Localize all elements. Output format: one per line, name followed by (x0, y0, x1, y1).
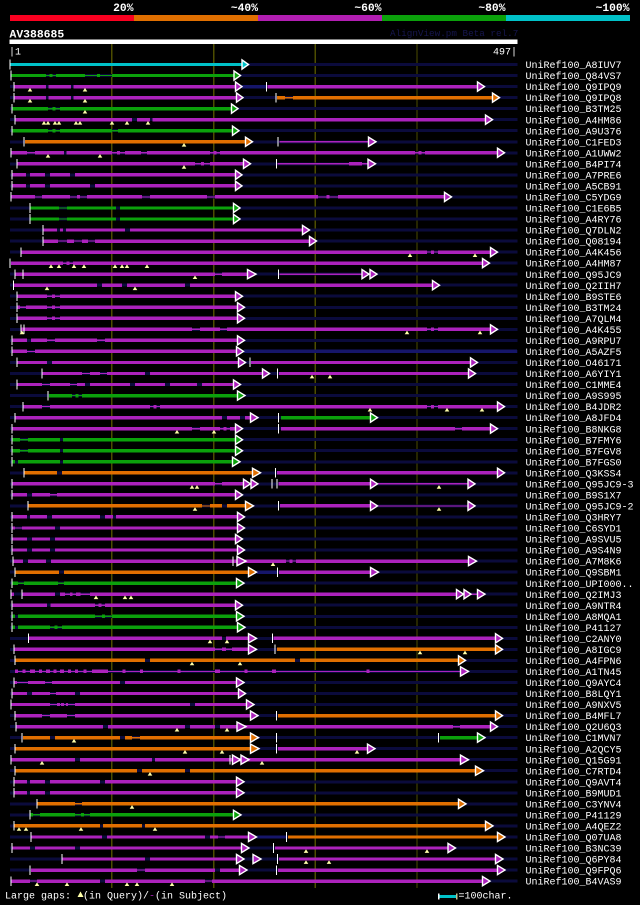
svg-text:UniRef100_A9S995: UniRef100_A9S995 (526, 391, 622, 403)
svg-text:UniRef100_Q95JC9-2: UniRef100_Q95JC9-2 (526, 502, 634, 514)
svg-text:UniRef100_Q3KSS4: UniRef100_Q3KSS4 (526, 468, 622, 480)
svg-text:UniRef100_A6YIY1: UniRef100_A6YIY1 (526, 369, 622, 381)
svg-text:UniRef100_Q95JC9-3: UniRef100_Q95JC9-3 (526, 479, 634, 491)
svg-text:UniRef100_UPI000..: UniRef100_UPI000.. (526, 579, 634, 591)
svg-text:UniRef100_Q08194: UniRef100_Q08194 (526, 237, 622, 249)
svg-text:UniRef100_Q84VS7: UniRef100_Q84VS7 (526, 71, 622, 83)
svg-text:UniRef100_Q07UA8: UniRef100_Q07UA8 (526, 833, 622, 845)
svg-text:UniRef100_Q9IPQ8: UniRef100_Q9IPQ8 (526, 93, 622, 105)
svg-text:UniRef100_A4HM86: UniRef100_A4HM86 (526, 115, 622, 127)
svg-text:UniRef100_B8NKG8: UniRef100_B8NKG8 (526, 424, 622, 436)
svg-text:UniRef100_B7FGS0: UniRef100_B7FGS0 (526, 457, 622, 469)
svg-text:UniRef100_Q9AYC4: UniRef100_Q9AYC4 (526, 678, 622, 690)
svg-text:UniRef100_A4K455: UniRef100_A4K455 (526, 325, 622, 337)
svg-text:UniRef100_A8JFD4: UniRef100_A8JFD4 (526, 413, 622, 425)
svg-text:UniRef100_C2ANY0: UniRef100_C2ANY0 (526, 634, 622, 646)
svg-text:~80%: ~80% (478, 3, 505, 15)
svg-text:UniRef100_A4HM87: UniRef100_A4HM87 (526, 259, 622, 271)
svg-text:UniRef100_Q9IPQ9: UniRef100_Q9IPQ9 (526, 82, 622, 94)
svg-text:UniRef100_A8IGC9: UniRef100_A8IGC9 (526, 645, 622, 657)
svg-text:UniRef100_P41127: UniRef100_P41127 (526, 623, 622, 635)
svg-text:UniRef100_A9S4N9: UniRef100_A9S4N9 (526, 546, 622, 558)
svg-text:UniRef100_B3TM24: UniRef100_B3TM24 (526, 303, 622, 315)
svg-text:UniRef100_A4FPN6: UniRef100_A4FPN6 (526, 656, 622, 668)
svg-text:UniRef100_Q9FPQ6: UniRef100_Q9FPQ6 (526, 866, 622, 878)
svg-text:UniRef100_C1MME4: UniRef100_C1MME4 (526, 380, 622, 392)
svg-text:UniRef100_A9RPU7: UniRef100_A9RPU7 (526, 336, 622, 348)
svg-text:(in Subject): (in Subject) (155, 891, 227, 903)
svg-text:20%: 20% (113, 3, 134, 15)
svg-text:UniRef100_C1FED3: UniRef100_C1FED3 (526, 137, 622, 149)
svg-text:~40%: ~40% (231, 3, 258, 15)
svg-text:UniRef100_A1UWW2: UniRef100_A1UWW2 (526, 148, 622, 160)
svg-text:UniRef100_A4K456: UniRef100_A4K456 (526, 248, 622, 260)
svg-text:UniRef100_A1TN45: UniRef100_A1TN45 (526, 667, 622, 679)
svg-text:UniRef100_B9MUD1: UniRef100_B9MUD1 (526, 788, 622, 800)
svg-text:UniRef100_A4RY76: UniRef100_A4RY76 (526, 215, 622, 227)
svg-text:UniRef100_Q2U6Q3: UniRef100_Q2U6Q3 (526, 722, 622, 734)
svg-text:UniRef100_Q6PY84: UniRef100_Q6PY84 (526, 855, 622, 867)
svg-text:|1: |1 (9, 47, 21, 59)
svg-text:UniRef100_A9U376: UniRef100_A9U376 (526, 126, 622, 138)
svg-text:497|: 497| (493, 47, 517, 59)
svg-text:UniRef100_Q9AVT4: UniRef100_Q9AVT4 (526, 777, 622, 789)
svg-text:UniRef100_A9NTR4: UniRef100_A9NTR4 (526, 601, 622, 613)
svg-text:UniRef100_B7FGV8: UniRef100_B7FGV8 (526, 446, 622, 458)
svg-text:UniRef100_A7QLM4: UniRef100_A7QLM4 (526, 314, 622, 326)
svg-text:UniRef100_A2QCY5: UniRef100_A2QCY5 (526, 744, 622, 756)
svg-text:UniRef100_Q9SBM1: UniRef100_Q9SBM1 (526, 568, 622, 580)
svg-text:UniRef100_B3TM25: UniRef100_B3TM25 (526, 104, 622, 116)
svg-text:=100char.: =100char. (459, 891, 513, 903)
svg-text:UniRef100_A7M8K6: UniRef100_A7M8K6 (526, 557, 622, 569)
svg-text:(in Query)/: (in Query)/ (83, 891, 149, 903)
svg-text:UniRef100_A4QEZ2: UniRef100_A4QEZ2 (526, 822, 622, 834)
svg-text:UniRef100_A7PRE6: UniRef100_A7PRE6 (526, 170, 622, 182)
svg-text:UniRef100_B4PI74: UniRef100_B4PI74 (526, 159, 622, 171)
svg-text:UniRef100_A9NXV5: UniRef100_A9NXV5 (526, 700, 622, 712)
svg-text:UniRef100_A8MQA1: UniRef100_A8MQA1 (526, 612, 622, 624)
svg-text:UniRef100_A8IUV7: UniRef100_A8IUV7 (526, 60, 622, 72)
svg-text:UniRef100_B7FMY6: UniRef100_B7FMY6 (526, 435, 622, 447)
svg-text:AlignView.pm Beta rel.7: AlignView.pm Beta rel.7 (390, 28, 518, 39)
svg-text:UniRef100_B3NC39: UniRef100_B3NC39 (526, 844, 622, 856)
svg-text:UniRef100_A9SVU5: UniRef100_A9SVU5 (526, 535, 622, 547)
svg-text:UniRef100_B4MFL7: UniRef100_B4MFL7 (526, 711, 622, 723)
svg-text:~100%: ~100% (596, 3, 630, 15)
svg-text:UniRef100_B4VAS9: UniRef100_B4VAS9 (526, 877, 622, 889)
svg-text:UniRef100_Q7DLN2: UniRef100_Q7DLN2 (526, 226, 622, 238)
svg-text:UniRef100_A5CB91: UniRef100_A5CB91 (526, 181, 622, 193)
svg-text:UniRef100_B8LQY1: UniRef100_B8LQY1 (526, 689, 622, 701)
svg-text:UniRef100_Q3HRY7: UniRef100_Q3HRY7 (526, 513, 622, 525)
svg-text:UniRef100_C6SYD1: UniRef100_C6SYD1 (526, 524, 622, 536)
svg-text:UniRef100_C1MVN7: UniRef100_C1MVN7 (526, 733, 622, 745)
svg-text:UniRef100_B9S1X7: UniRef100_B9S1X7 (526, 490, 622, 502)
svg-text:UniRef100_C3YNV4: UniRef100_C3YNV4 (526, 799, 622, 811)
svg-text:Large gaps:: Large gaps: (5, 892, 71, 903)
svg-text:UniRef100_Q2IMJ3: UniRef100_Q2IMJ3 (526, 590, 622, 602)
svg-text:UniRef100_B4JDR2: UniRef100_B4JDR2 (526, 402, 622, 414)
svg-text:UniRef100_Q2IIH7: UniRef100_Q2IIH7 (526, 281, 622, 293)
svg-text:UniRef100_B9STE6: UniRef100_B9STE6 (526, 292, 622, 304)
svg-text:UniRef100_Q95JC9: UniRef100_Q95JC9 (526, 270, 622, 282)
svg-text:UniRef100_C5YDG9: UniRef100_C5YDG9 (526, 193, 622, 205)
svg-text:UniRef100_O46171: UniRef100_O46171 (526, 358, 622, 370)
svg-text:UniRef100_Q15G91: UniRef100_Q15G91 (526, 755, 622, 767)
svg-text:UniRef100_P41129: UniRef100_P41129 (526, 810, 622, 822)
svg-text:~60%: ~60% (354, 3, 381, 15)
svg-text:UniRef100_A5AZF5: UniRef100_A5AZF5 (526, 347, 622, 359)
svg-text:UniRef100_C7RTD4: UniRef100_C7RTD4 (526, 766, 622, 778)
svg-text:UniRef100_C1E6B5: UniRef100_C1E6B5 (526, 204, 622, 216)
